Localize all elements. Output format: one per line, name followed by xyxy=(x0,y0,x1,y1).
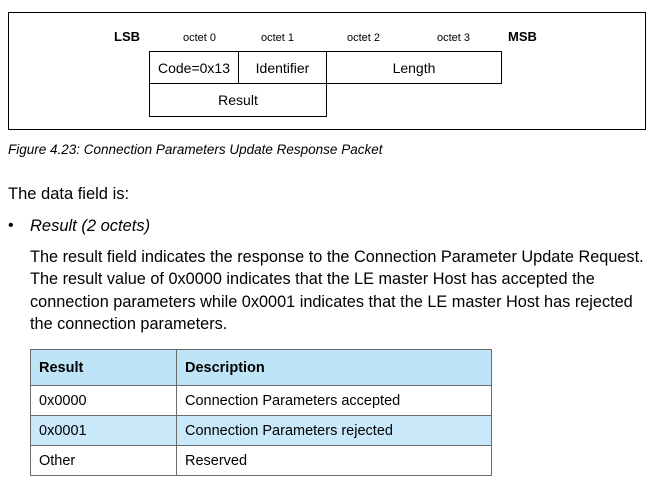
msb-label: MSB xyxy=(508,29,537,44)
result-field-cell: Result xyxy=(149,83,327,117)
octet-3-label: octet 3 xyxy=(437,32,471,44)
bullet-marker: • xyxy=(8,217,14,234)
code-field-cell: Code=0x13 xyxy=(149,51,239,84)
length-field-label: Length xyxy=(392,59,436,76)
identifier-field-cell: Identifier xyxy=(238,51,327,84)
length-field-cell: Length xyxy=(326,51,502,84)
table-header-description: Description xyxy=(176,349,492,386)
table-header-row: Result Description xyxy=(30,349,492,386)
result-description-paragraph: The result field indicates the response … xyxy=(30,248,644,333)
lsb-label: LSB xyxy=(114,29,140,44)
table-row: 0x0001 Connection Parameters rejected xyxy=(30,415,492,446)
table-row: Other Reserved xyxy=(30,445,492,476)
result-codes-table: Result Description 0x0000 Connection Par… xyxy=(30,349,492,476)
result-field-label: Result xyxy=(218,92,258,108)
octet-2-label: octet 2 xyxy=(347,32,381,44)
table-cell-result: Other xyxy=(30,445,177,476)
table-row: 0x0000 Connection Parameters accepted xyxy=(30,385,492,416)
table-cell-result: 0x0001 xyxy=(30,415,177,446)
octet-0-label: octet 0 xyxy=(183,32,217,44)
table-cell-description: Reserved xyxy=(176,445,492,476)
figure-caption: Figure 4.23: Connection Parameters Updat… xyxy=(8,142,383,157)
octet-1-label: octet 1 xyxy=(261,32,295,44)
data-field-intro: The data field is: xyxy=(8,185,130,203)
code-field-label: Code=0x13 xyxy=(157,59,230,76)
table-cell-description: Connection Parameters accepted xyxy=(176,385,492,416)
identifier-field-label: Identifier xyxy=(255,59,310,76)
table-cell-description: Connection Parameters rejected xyxy=(176,415,492,446)
bullet-heading: Result (2 octets) xyxy=(30,217,151,235)
table-header-result: Result xyxy=(30,349,177,386)
table-cell-result: 0x0000 xyxy=(30,385,177,416)
